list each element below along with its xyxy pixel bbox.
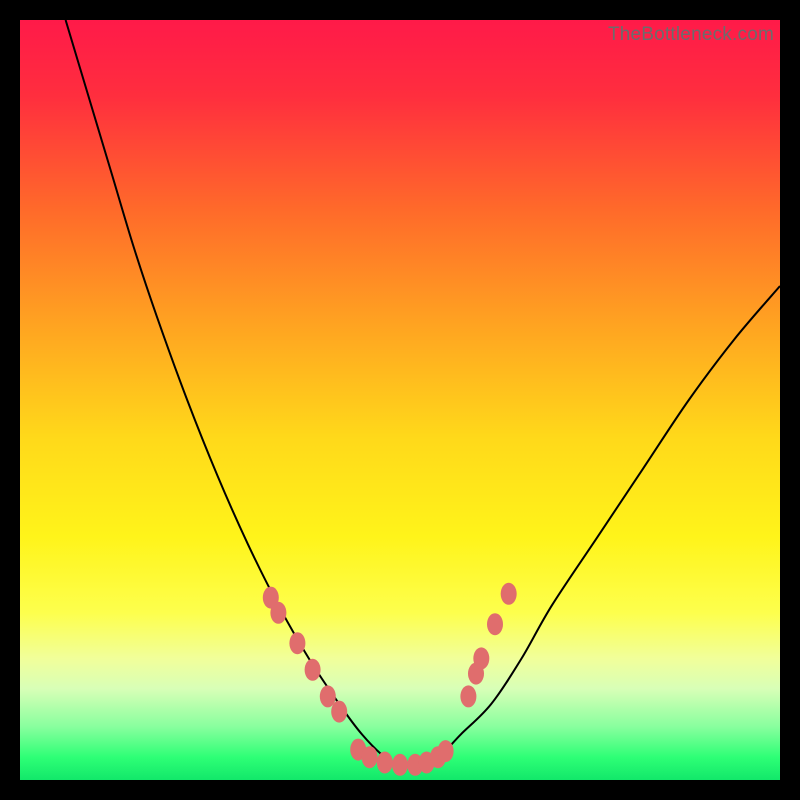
data-marker	[289, 632, 305, 654]
data-marker	[487, 613, 503, 635]
watermark-text: TheBottleneck.com	[608, 24, 774, 46]
data-marker	[392, 754, 408, 776]
data-marker	[438, 740, 454, 762]
data-marker	[377, 752, 393, 774]
gradient-background	[20, 20, 780, 780]
data-marker	[473, 647, 489, 669]
data-marker	[501, 583, 517, 605]
bottleneck-chart	[20, 20, 780, 780]
chart-frame: TheBottleneck.com	[20, 20, 780, 780]
data-marker	[460, 685, 476, 707]
data-marker	[331, 701, 347, 723]
data-marker	[305, 659, 321, 681]
data-marker	[270, 602, 286, 624]
data-marker	[362, 746, 378, 768]
